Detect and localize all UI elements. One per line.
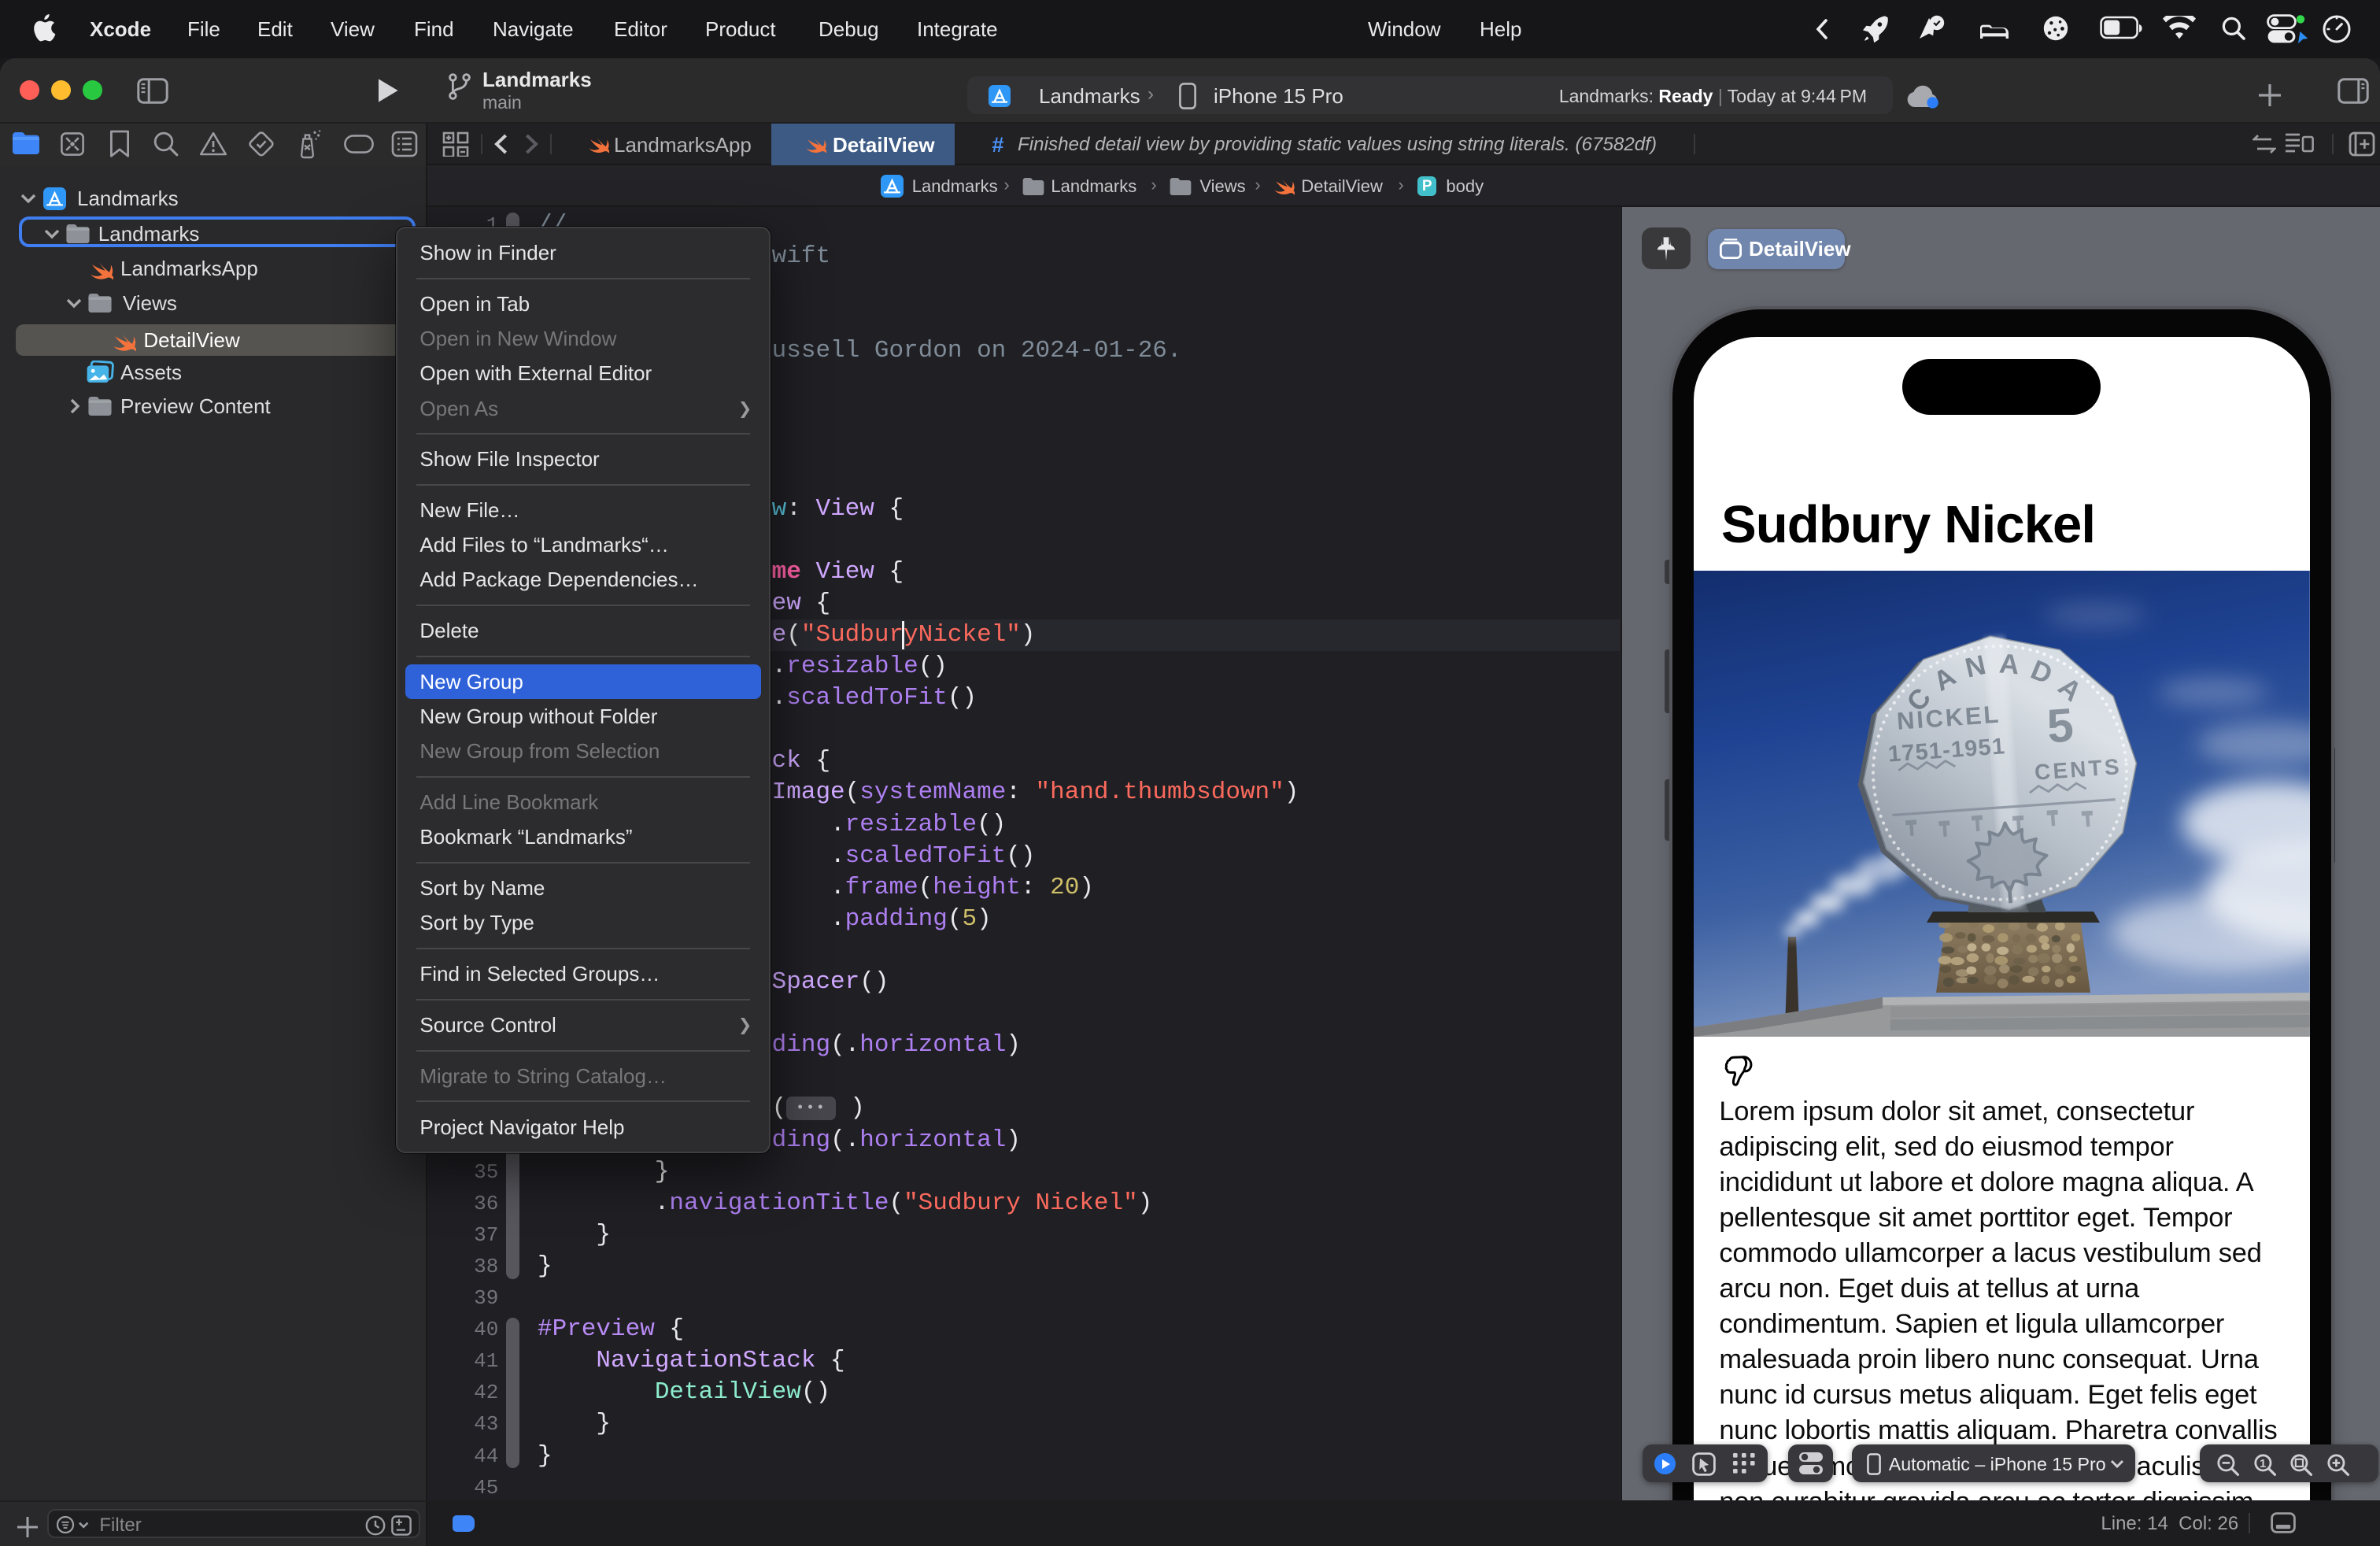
svg-text:1: 1 bbox=[2260, 1457, 2266, 1470]
